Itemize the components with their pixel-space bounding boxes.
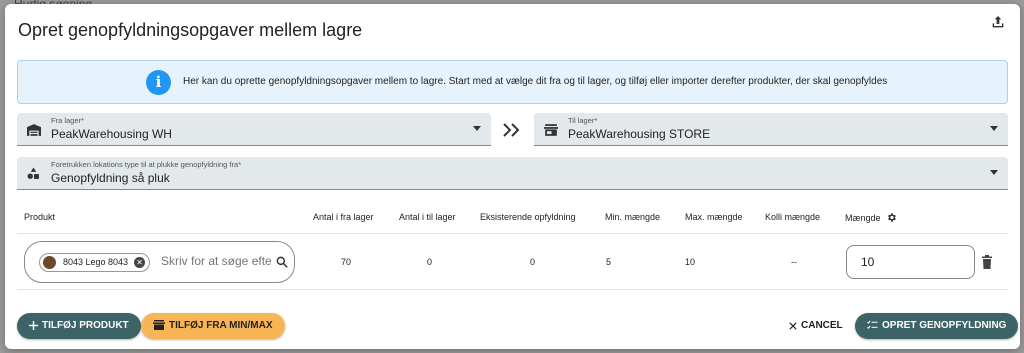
cell-min: 5 bbox=[606, 257, 612, 267]
cell-qty-to: 0 bbox=[427, 257, 433, 267]
header-product: Produkt bbox=[24, 212, 56, 222]
cell-qty-from: 70 bbox=[341, 257, 352, 267]
trash-icon[interactable] bbox=[981, 255, 993, 269]
add-from-minmax-button[interactable]: TILFØJ FRA MIN/MAX bbox=[141, 313, 285, 339]
cell-packs: -- bbox=[791, 257, 797, 267]
gear-icon[interactable] bbox=[886, 212, 897, 223]
to-warehouse-value: PeakWarehousing STORE bbox=[568, 127, 711, 141]
cell-max: 10 bbox=[685, 257, 696, 267]
cancel-label: CANCEL bbox=[801, 320, 843, 331]
table-header-divider bbox=[17, 233, 1008, 234]
from-warehouse-label: Fra lager* bbox=[51, 116, 84, 125]
header-qty-from: Antal i fra lager bbox=[313, 212, 374, 222]
location-type-label: Foretrukken lokations type til at plukke… bbox=[51, 160, 242, 169]
location-type-value: Genopfyldning så pluk bbox=[51, 171, 170, 185]
chevron-down-icon bbox=[990, 126, 998, 131]
header-amount-label: Mængde bbox=[845, 213, 881, 223]
share-icon[interactable] bbox=[990, 14, 1006, 30]
product-avatar bbox=[43, 256, 56, 269]
close-icon bbox=[789, 322, 797, 330]
info-icon: i bbox=[146, 70, 171, 95]
chevron-down-icon bbox=[990, 170, 998, 175]
to-warehouse-label: Til lager* bbox=[568, 116, 598, 125]
store-icon bbox=[544, 124, 558, 136]
warehouse-icon bbox=[27, 124, 41, 136]
search-icon[interactable] bbox=[275, 255, 289, 269]
header-amount: Mængde bbox=[845, 212, 897, 223]
chevron-down-icon bbox=[473, 126, 481, 131]
product-search-input[interactable] bbox=[161, 254, 271, 268]
to-warehouse-select[interactable]: Til lager* PeakWarehousing STORE bbox=[534, 113, 1008, 146]
add-product-button[interactable]: TILFØJ PRODUKT bbox=[17, 313, 141, 339]
cell-existing: 0 bbox=[530, 257, 536, 267]
add-product-label: TILFØJ PRODUKT bbox=[42, 320, 129, 331]
dialog-title: Opret genopfyldningsopgaver mellem lagre bbox=[18, 20, 363, 40]
info-text: Her kan du oprette genopfyldningsopgaver… bbox=[183, 76, 888, 87]
product-chip[interactable]: 8043 Lego 8043 ✕ bbox=[39, 253, 151, 272]
header-max: Max. mængde bbox=[685, 212, 743, 222]
from-warehouse-select[interactable]: Fra lager* PeakWarehousing WH bbox=[17, 113, 491, 146]
table-row-divider bbox=[17, 289, 1008, 290]
from-warehouse-value: PeakWarehousing WH bbox=[51, 127, 172, 141]
chip-remove-icon[interactable]: ✕ bbox=[134, 257, 146, 268]
create-replenishment-button[interactable]: OPRET GENOPFYLDNING bbox=[855, 313, 1019, 339]
location-type-select[interactable]: Foretrukken lokations type til at plukke… bbox=[17, 157, 1008, 190]
checklist-icon bbox=[867, 320, 878, 329]
add-from-minmax-label: TILFØJ FRA MIN/MAX bbox=[169, 320, 273, 331]
product-autocomplete[interactable]: 8043 Lego 8043 ✕ bbox=[24, 241, 295, 283]
plus-icon bbox=[29, 321, 38, 330]
replenishment-dialog: Opret genopfyldningsopgaver mellem lagre… bbox=[5, 4, 1020, 349]
double-chevron-right-icon bbox=[503, 123, 520, 137]
category-icon bbox=[27, 167, 39, 179]
header-qty-to: Antal i til lager bbox=[399, 212, 456, 222]
header-min: Min. mængde bbox=[605, 212, 661, 222]
cancel-button[interactable]: CANCEL bbox=[777, 313, 855, 339]
amount-input[interactable] bbox=[846, 245, 975, 279]
store-icon bbox=[153, 320, 165, 330]
header-packs: Kolli mængde bbox=[765, 212, 821, 222]
info-banner: i Her kan du oprette genopfyldningsopgav… bbox=[17, 60, 1008, 104]
create-replenishment-label: OPRET GENOPFYLDNING bbox=[882, 320, 1007, 331]
product-chip-label: 8043 Lego 8043 bbox=[63, 257, 129, 267]
header-existing: Eksisterende opfyldning bbox=[480, 212, 576, 222]
